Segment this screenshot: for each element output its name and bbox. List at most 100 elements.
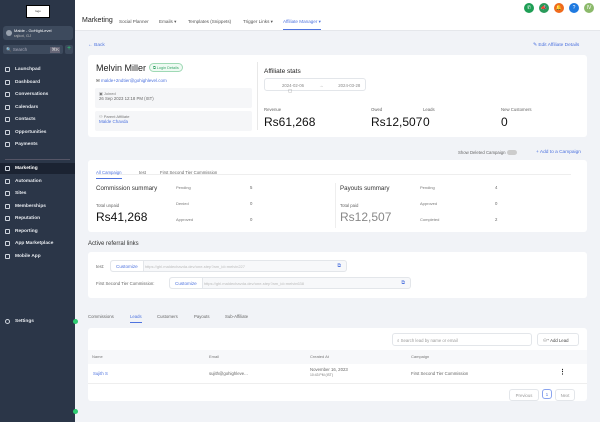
commission-title: Commission summary <box>96 185 158 192</box>
tab-all-campaign[interactable]: All Campaign <box>96 170 122 179</box>
link-url[interactable]: https://ghl.maldechavda.dev/one-step?am_… <box>204 281 304 286</box>
summary-value: 2 <box>495 217 498 222</box>
date-range-picker[interactable]: 2024-02-06 → 2024-03-28 ▢ <box>264 78 366 93</box>
sidebar-item-mobile-app[interactable]: Mobile App <box>0 251 75 262</box>
summary-label: Denied <box>176 201 189 206</box>
sidebar-item-label: Memberships <box>15 203 46 209</box>
nav-icon <box>5 166 10 171</box>
email-row: ✉ malde+2ndtier@gohighlevel.com <box>96 78 167 84</box>
account-switcher[interactable]: Malde - GoHighLevel rajkot, GJ <box>3 26 73 40</box>
lead-search-input[interactable]: ⌕ Search lead by name or email <box>392 333 532 346</box>
total-unpaid-label: Total unpaid <box>96 203 120 208</box>
back-label: Back <box>94 43 105 48</box>
campaign-card: All Campaign test First Second Tier Comm… <box>88 160 587 232</box>
tab-social-planner[interactable]: Social Planner <box>119 19 149 24</box>
add-lead-button[interactable]: ⚇⁺ Add Lead <box>537 333 579 346</box>
tab-trigger-links[interactable]: Trigger Links ▾ <box>243 19 273 25</box>
edit-affiliate-button[interactable]: ✎ Edit Affiliate Details <box>533 43 579 48</box>
copy-icon[interactable]: ⧉ <box>337 263 341 269</box>
phone-icon[interactable]: ✆ <box>524 3 534 13</box>
link-url[interactable]: https://ghl.maldechavda.dev/one-step?am_… <box>145 264 245 269</box>
tab-payouts[interactable]: Payouts <box>194 314 210 319</box>
sidebar-item-automation[interactable]: Automation <box>0 176 75 187</box>
total-paid-label: Total paid <box>340 203 359 208</box>
search-input[interactable]: 🔍 Search ⌘K <box>3 45 63 54</box>
tab-affiliate-manager[interactable]: Affiliate Manager ▾ <box>283 19 321 30</box>
sidebar-item-dashboard[interactable]: Dashboard <box>0 77 75 88</box>
tab-commissions[interactable]: Commissions <box>88 314 114 319</box>
divider <box>257 62 258 130</box>
help-handle[interactable] <box>73 409 78 414</box>
help-icon[interactable]: ? <box>569 3 579 13</box>
sidebar-item-label: Reputation <box>15 216 41 221</box>
toggle-switch[interactable] <box>506 150 517 156</box>
table-row[interactable]: Sujith S sujith@gohighleve... November 1… <box>88 364 587 384</box>
column-name: Name <box>92 354 103 359</box>
nav-icon <box>5 129 10 135</box>
sidebar-item-settings[interactable]: Settings <box>0 316 75 327</box>
joined-date: 26 Sep 2023 12:18 PM (IST) <box>99 96 154 101</box>
tab-customers[interactable]: Customers <box>157 314 178 319</box>
sidebar-item-marketing[interactable]: Marketing <box>0 163 75 174</box>
sidebar-item-calendars[interactable]: Calendars <box>0 102 75 113</box>
sidebar-item-reporting[interactable]: Reporting <box>0 226 75 237</box>
account-location: rajkot, GJ <box>14 33 32 38</box>
tab-templates[interactable]: Templates (Snippets) <box>188 19 231 24</box>
divider <box>5 159 70 160</box>
logo: logo <box>26 5 50 18</box>
show-deleted-toggle[interactable]: Show Deleted Campaign <box>458 150 517 156</box>
sidebar-item-opportunities[interactable]: Opportunities <box>0 127 75 138</box>
nav-icon <box>5 117 10 122</box>
sidebar-item-reputation[interactable]: Reputation <box>0 213 75 224</box>
copy-icon[interactable]: ⧉ <box>401 280 405 286</box>
sidebar-item-contacts[interactable]: Contacts <box>0 114 75 125</box>
megaphone-icon[interactable]: 📣 <box>539 3 549 13</box>
tab-leads[interactable]: Leads <box>130 314 142 323</box>
page-title: Marketing <box>82 17 113 24</box>
tab-first-second-tier[interactable]: First Second Tier Commission <box>160 170 217 175</box>
login-details-badge[interactable]: ⧉ Login Details <box>149 63 183 72</box>
lead-name[interactable]: Sujith S <box>93 371 108 376</box>
top-header: Marketing Social Planner Emails ▾ Templa… <box>75 0 600 31</box>
sidebar-item-conversations[interactable]: Conversations <box>0 89 75 100</box>
bell-icon[interactable]: 🔔 <box>554 3 564 13</box>
add-to-campaign-button[interactable]: + Add to a Campaign <box>536 150 581 155</box>
nav-icon <box>5 253 10 259</box>
avatar[interactable]: IV <box>584 3 594 13</box>
sidebar-item-label: Settings <box>15 319 34 324</box>
tab-sub-affiliate[interactable]: Sub-Affiliate <box>225 314 248 319</box>
summary-label: Pending <box>420 185 435 190</box>
page-1-button[interactable]: 1 <box>542 389 552 399</box>
parent-affiliate-link[interactable]: Malde Chavda <box>99 119 248 124</box>
sidebar-item-launchpad[interactable]: Launchpad <box>0 64 75 75</box>
sidebar-item-app-marketplace[interactable]: App Marketplace <box>0 238 75 249</box>
nav-icon <box>5 67 10 72</box>
quick-add-button[interactable]: + <box>65 45 73 54</box>
gear-icon <box>5 319 10 324</box>
customize-button[interactable]: Customize <box>111 261 144 271</box>
stat-label: New Customers <box>501 107 532 112</box>
back-link[interactable]: ← Back <box>88 43 105 48</box>
summary-value: 0 <box>250 201 253 206</box>
link-label: test: <box>96 264 105 269</box>
badge-label: Login Details <box>156 65 179 70</box>
sidebar-item-label: Sites <box>15 191 27 196</box>
stat-value: Rs12,507 <box>371 115 423 129</box>
edit-label: Edit Affiliate Details <box>538 43 580 48</box>
affiliate-email[interactable]: malde+2ndtier@gohighlevel.com <box>101 78 167 83</box>
sidebar: logo Malde - GoHighLevel rajkot, GJ 🔍 Sea… <box>0 0 75 422</box>
customize-button[interactable]: Customize <box>170 278 203 288</box>
stat-value: Rs61,268 <box>264 115 316 129</box>
more-options-icon[interactable]: ⋮ <box>559 368 566 376</box>
sidebar-item-payments[interactable]: Payments <box>0 139 75 150</box>
sidebar-item-sites[interactable]: Sites <box>0 188 75 199</box>
next-button[interactable]: Next <box>555 389 575 401</box>
previous-button[interactable]: Previous <box>509 389 539 401</box>
collapse-handle[interactable] <box>73 319 78 324</box>
stat-value: 0 <box>423 115 430 129</box>
parent-box: ⚇ Parent Affiliate Malde Chavda <box>95 111 252 131</box>
tab-test[interactable]: test <box>139 170 146 175</box>
sidebar-item-memberships[interactable]: Memberships <box>0 201 75 212</box>
account-icon <box>6 30 12 36</box>
tab-emails[interactable]: Emails ▾ <box>159 19 176 25</box>
